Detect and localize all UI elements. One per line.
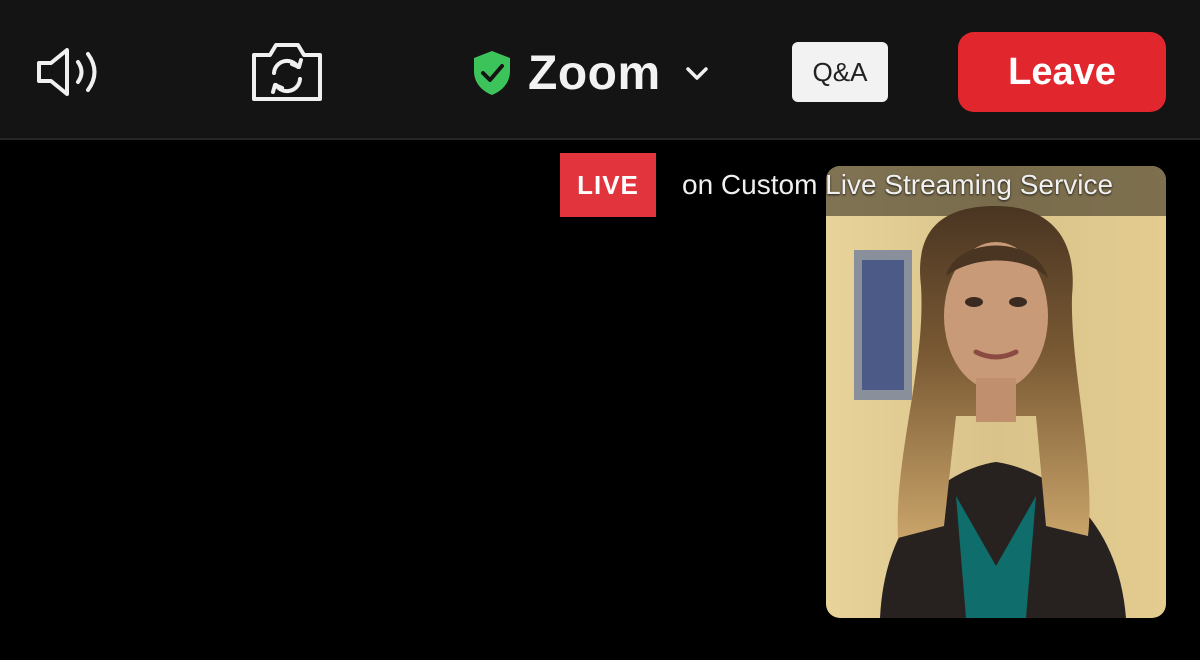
switch-camera-button[interactable] [244,36,330,108]
participant-video-frame [826,166,1166,618]
zoom-meeting-window: Zoom Q&A Leave LIVE on Custom Live Strea… [0,0,1200,660]
meeting-info-dropdown[interactable]: Zoom [470,40,711,106]
live-badge: LIVE [560,153,656,217]
participant-video-tile[interactable] [826,166,1166,618]
shield-check-icon [474,51,510,95]
live-stream-destination: on Custom Live Streaming Service [682,169,1114,200]
leave-button[interactable]: Leave [958,32,1166,112]
top-toolbar: Zoom Q&A Leave [0,0,1200,140]
qa-button[interactable]: Q&A [792,42,888,102]
speaker-icon [37,48,97,96]
speaker-button[interactable] [28,40,112,104]
chevron-down-icon [685,67,708,80]
meeting-title: Zoom [528,46,661,100]
camera-switch-icon [252,43,322,101]
